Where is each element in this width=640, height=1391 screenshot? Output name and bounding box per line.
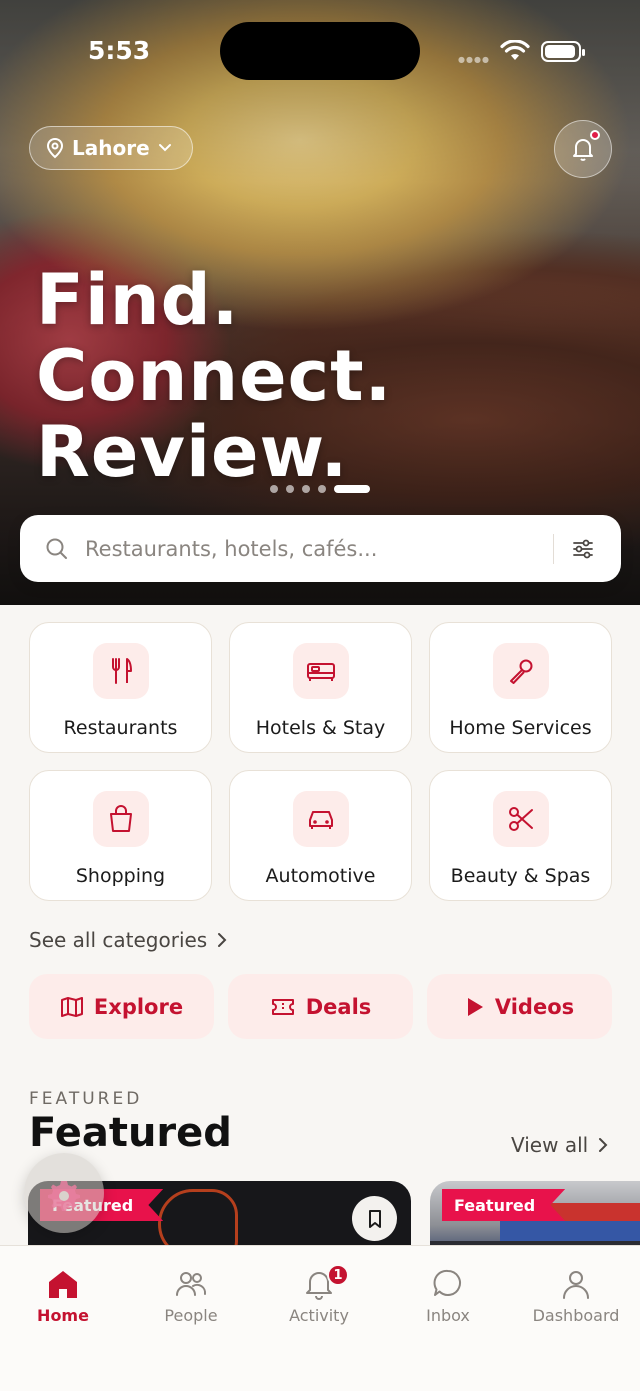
search-input[interactable]: Restaurants, hotels, cafés... [85, 537, 377, 561]
chevron-right-icon [218, 933, 227, 947]
category-icon-box [292, 791, 349, 847]
category-label: Home Services [449, 717, 592, 739]
pager-dot[interactable] [302, 485, 310, 493]
category-label: Restaurants [63, 717, 178, 739]
videos-button[interactable]: Videos [427, 974, 612, 1039]
category-label: Hotels & Stay [255, 717, 386, 739]
scissors-icon [508, 807, 533, 831]
category-label: Shopping [75, 865, 166, 887]
chevron-down-icon [158, 144, 171, 152]
bookmark-icon [368, 1209, 381, 1228]
tab-activity[interactable]: 1 Activity [269, 1264, 369, 1325]
search-divider [553, 534, 554, 564]
featured-badge: Featured [442, 1189, 566, 1221]
tab-people[interactable]: People [141, 1268, 241, 1325]
category-icon-box [92, 643, 149, 699]
notifications-button[interactable] [554, 120, 612, 178]
wrench-icon [509, 659, 532, 684]
explore-label: Explore [93, 994, 184, 1019]
category-icon-box [92, 791, 149, 847]
search-bar[interactable]: Restaurants, hotels, cafés... [20, 515, 621, 582]
filter-icon[interactable] [571, 537, 595, 561]
chat-bubble-icon [433, 1269, 461, 1296]
home-icon [49, 1271, 77, 1298]
notification-dot [590, 130, 600, 140]
hero-headline: Find. Connect. Review. [36, 262, 392, 490]
location-selector[interactable]: Lahore [29, 126, 193, 170]
tab-label: Dashboard [532, 1306, 620, 1325]
signal-icon: ●●●● [458, 55, 490, 64]
category-label: Beauty & Spas [450, 865, 591, 887]
category-label: Automotive [265, 865, 376, 887]
wifi-icon [500, 40, 530, 60]
headline-line-2: Connect. [36, 335, 393, 417]
dynamic-island [220, 22, 420, 80]
videos-label: Videos [494, 994, 575, 1019]
tab-label: Home [37, 1306, 89, 1325]
tab-label: Activity [289, 1306, 349, 1325]
play-icon [467, 997, 483, 1016]
pager-dot-active[interactable] [334, 485, 370, 493]
location-label: Lahore [72, 136, 150, 160]
bed-icon [306, 663, 335, 681]
ticket-icon [271, 998, 294, 1015]
tab-label: People [164, 1306, 218, 1325]
gear-icon [48, 1181, 80, 1211]
view-all-label: View all [511, 1133, 589, 1157]
tab-inbox[interactable]: Inbox [398, 1268, 498, 1325]
category-home-services[interactable]: Home Services [429, 622, 612, 753]
category-hotels[interactable]: Hotels & Stay [229, 622, 412, 753]
view-all-link[interactable]: View all [511, 1133, 608, 1157]
bookmark-button[interactable] [352, 1196, 397, 1241]
explore-button[interactable]: Explore [29, 974, 214, 1039]
car-icon [308, 811, 333, 829]
shopping-bag-icon [109, 805, 132, 832]
tab-bar: Home People 1 Activity Inbox Dashboard [0, 1245, 640, 1391]
bell-icon [573, 139, 593, 161]
user-icon [563, 1271, 589, 1299]
status-time: 5:53 [88, 36, 151, 65]
category-beauty-spas[interactable]: Beauty & Spas [429, 770, 612, 901]
headline-line-3: Review. [36, 411, 349, 493]
deals-label: Deals [305, 994, 372, 1019]
map-icon [60, 996, 83, 1017]
utensils-icon [111, 658, 132, 684]
people-icon [176, 1272, 207, 1296]
battery-icon [541, 41, 585, 62]
settings-fab[interactable] [24, 1153, 104, 1233]
category-restaurants[interactable]: Restaurants [29, 622, 212, 753]
section-kicker: FEATURED [29, 1089, 143, 1109]
hero-pager[interactable] [270, 485, 370, 493]
headline-line-1: Find. [36, 259, 240, 341]
pager-dot[interactable] [270, 485, 278, 493]
section-title: Featured [29, 1110, 232, 1156]
tab-dashboard[interactable]: Dashboard [526, 1268, 626, 1325]
status-bar: 5:53 ●●●● [0, 0, 640, 100]
tab-home[interactable]: Home [13, 1268, 113, 1325]
location-pin-icon [46, 137, 64, 159]
see-all-categories-link[interactable]: See all categories [29, 928, 227, 952]
category-shopping[interactable]: Shopping [29, 770, 212, 901]
pager-dot[interactable] [286, 485, 294, 493]
tab-label: Inbox [426, 1306, 470, 1325]
deals-button[interactable]: Deals [228, 974, 413, 1039]
see-all-label: See all categories [29, 928, 208, 952]
activity-badge: 1 [327, 1264, 349, 1286]
pager-dot[interactable] [318, 485, 326, 493]
category-icon-box [492, 643, 549, 699]
chevron-right-icon [599, 1138, 608, 1152]
category-automotive[interactable]: Automotive [229, 770, 412, 901]
category-icon-box [492, 791, 549, 847]
search-icon [46, 538, 67, 559]
category-icon-box [292, 643, 349, 699]
